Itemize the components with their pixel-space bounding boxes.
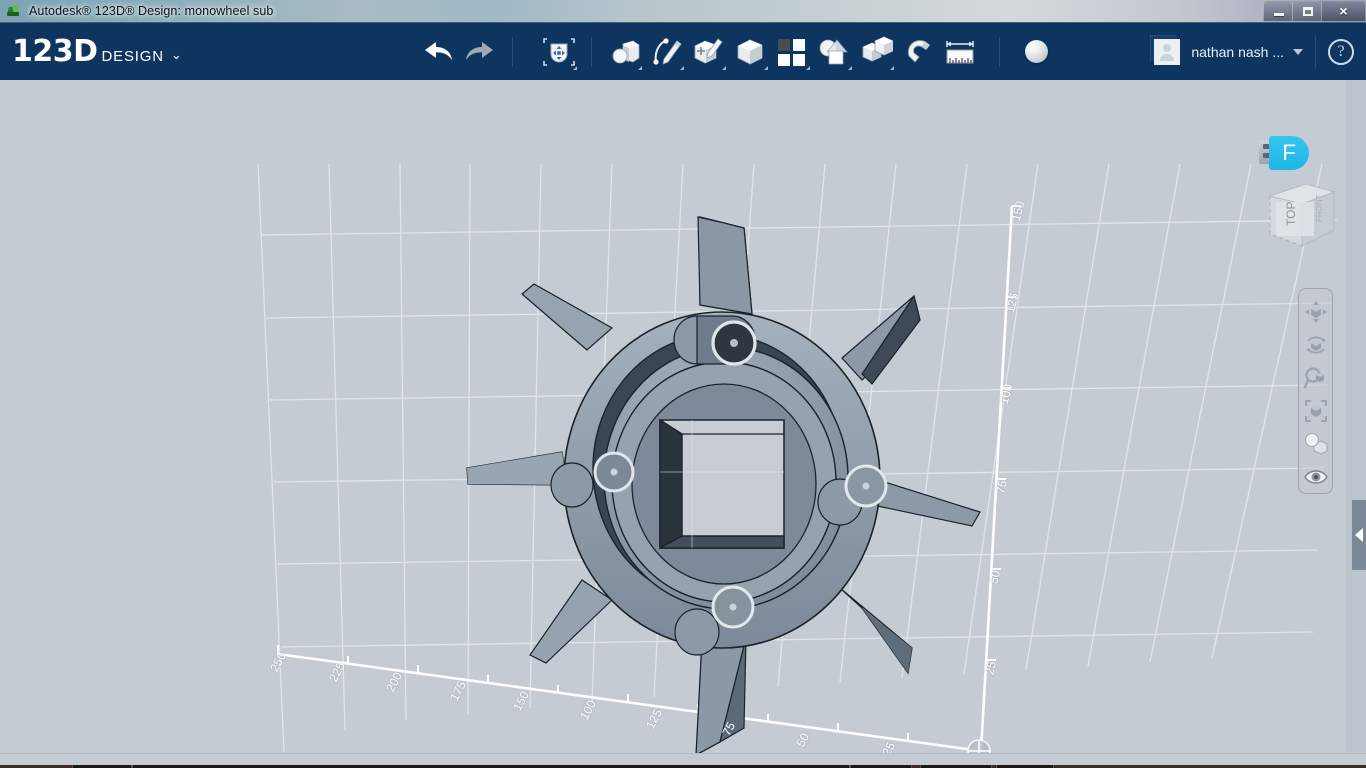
- snapshot-tool[interactable]: [1301, 427, 1331, 460]
- sphere-cube-view-icon: [1304, 432, 1327, 455]
- move-gizmo-icon: [542, 37, 575, 66]
- transform-button[interactable]: [538, 31, 580, 73]
- app-logo[interactable]: 123D DESIGN ⌄: [12, 34, 182, 69]
- user-account-area: nathan nash ... ?: [1154, 35, 1366, 68]
- redo-button[interactable]: [459, 31, 501, 73]
- username-label[interactable]: nathan nash ...: [1191, 44, 1284, 60]
- snap-button[interactable]: [897, 31, 939, 73]
- square-bore: [659, 418, 785, 550]
- two-cubes-icon: [862, 36, 893, 61]
- fit-to-window-icon: [1304, 399, 1327, 422]
- toolbar-divider-2: [590, 36, 592, 67]
- modeling-tool-group: [603, 31, 981, 73]
- view-cube-top-label: TOP: [1284, 202, 1298, 226]
- origin-handle: [967, 739, 991, 753]
- construct-button[interactable]: [687, 31, 729, 73]
- magnifier-icon: [1303, 366, 1324, 388]
- chevron-left-icon: [1355, 528, 1363, 542]
- chevron-down-icon[interactable]: [1293, 48, 1303, 55]
- zoom-tool[interactable]: [1301, 361, 1331, 394]
- chevron-down-icon[interactable]: ⌄: [171, 47, 182, 63]
- application-toolbar: 123D DESIGN ⌄ nathan nash ... ?: [0, 23, 1366, 80]
- eye-icon: [1303, 469, 1328, 484]
- user-divider: [1315, 35, 1316, 68]
- visibility-tool[interactable]: [1301, 460, 1331, 493]
- collapse-panel-handle[interactable]: [1352, 500, 1366, 570]
- logo-123d: 123D: [12, 34, 98, 69]
- autodesk-123d-icon: [6, 3, 22, 19]
- toolbar-divider-3: [998, 36, 1000, 67]
- cube-icon: [737, 39, 763, 64]
- material-sphere-button[interactable]: [1017, 32, 1057, 72]
- view-cube-front-label: FRONT: [1315, 194, 1324, 222]
- modify-button[interactable]: [729, 31, 771, 73]
- combine-button[interactable]: [855, 31, 897, 73]
- pattern-button[interactable]: [771, 31, 813, 73]
- sphere-cube-icon: [612, 40, 640, 63]
- right-edge-strip: [1346, 80, 1366, 753]
- desktop-taskbar: [0, 753, 1366, 768]
- grid-squares-icon: [777, 38, 805, 66]
- notification-badge[interactable]: F: [1259, 136, 1309, 170]
- cube-pencil-icon: [694, 37, 723, 63]
- window-title-bar: Autodesk® 123D® Design: monowheel sub ×: [0, 0, 1366, 23]
- logo-design: DESIGN: [101, 48, 164, 65]
- help-button[interactable]: ?: [1328, 38, 1354, 65]
- view-cube[interactable]: TOP FRONT: [1262, 178, 1342, 256]
- orbit-tool[interactable]: [1301, 328, 1331, 361]
- 3d-viewport[interactable]: 250 225 200 175 150 125 100 75 50 25 150…: [0, 80, 1366, 753]
- viewport-scene: [257, 163, 1338, 753]
- badge-letter: F: [1269, 136, 1309, 170]
- undo-arrow-icon: [424, 41, 452, 60]
- undo-redo-group: [417, 31, 501, 73]
- magnet-icon: [907, 39, 930, 63]
- close-button[interactable]: ×: [1321, 0, 1366, 22]
- navigation-toolbar: [1298, 288, 1333, 494]
- pen-curve-icon: [653, 37, 682, 65]
- orbit-rotate-icon: [1305, 336, 1326, 353]
- minimize-button[interactable]: [1263, 0, 1292, 22]
- sphere-icon: [1025, 40, 1049, 63]
- sketch-button[interactable]: [645, 31, 687, 73]
- window-controls: ×: [1263, 0, 1366, 22]
- undo-button[interactable]: [417, 31, 459, 73]
- fit-tool[interactable]: [1301, 394, 1331, 427]
- redo-arrow-icon: [465, 41, 493, 60]
- toolbar-divider: [511, 36, 513, 67]
- pan-tool[interactable]: [1301, 295, 1331, 328]
- shapes-overlap-icon: [819, 38, 848, 64]
- primitives-button[interactable]: [603, 31, 645, 73]
- ruler-icon: [946, 40, 974, 63]
- restore-button[interactable]: [1292, 0, 1321, 22]
- measure-button[interactable]: [939, 31, 981, 73]
- grouping-button[interactable]: [813, 31, 855, 73]
- user-avatar-icon[interactable]: [1154, 38, 1181, 65]
- window-title: Autodesk® 123D® Design: monowheel sub: [29, 4, 274, 18]
- pan-arrows-icon: [1304, 300, 1327, 323]
